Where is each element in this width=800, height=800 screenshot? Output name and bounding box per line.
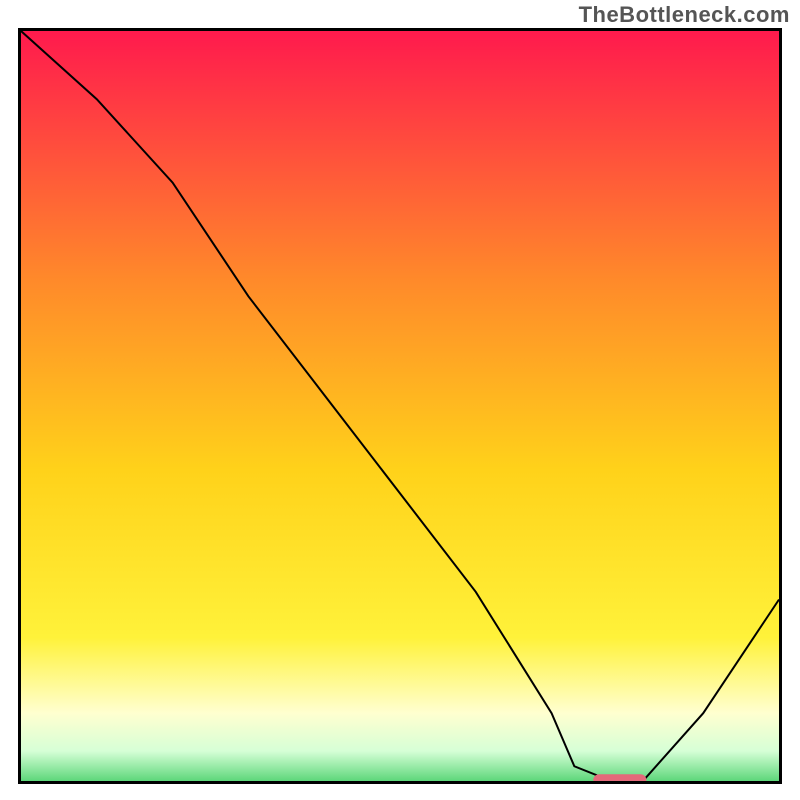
plot-svg — [21, 31, 779, 784]
plot-frame — [18, 28, 782, 784]
gradient-background — [21, 31, 779, 784]
optimal-marker — [593, 774, 646, 784]
chart-container: TheBottleneck.com — [0, 0, 800, 800]
watermark-text: TheBottleneck.com — [579, 2, 790, 28]
